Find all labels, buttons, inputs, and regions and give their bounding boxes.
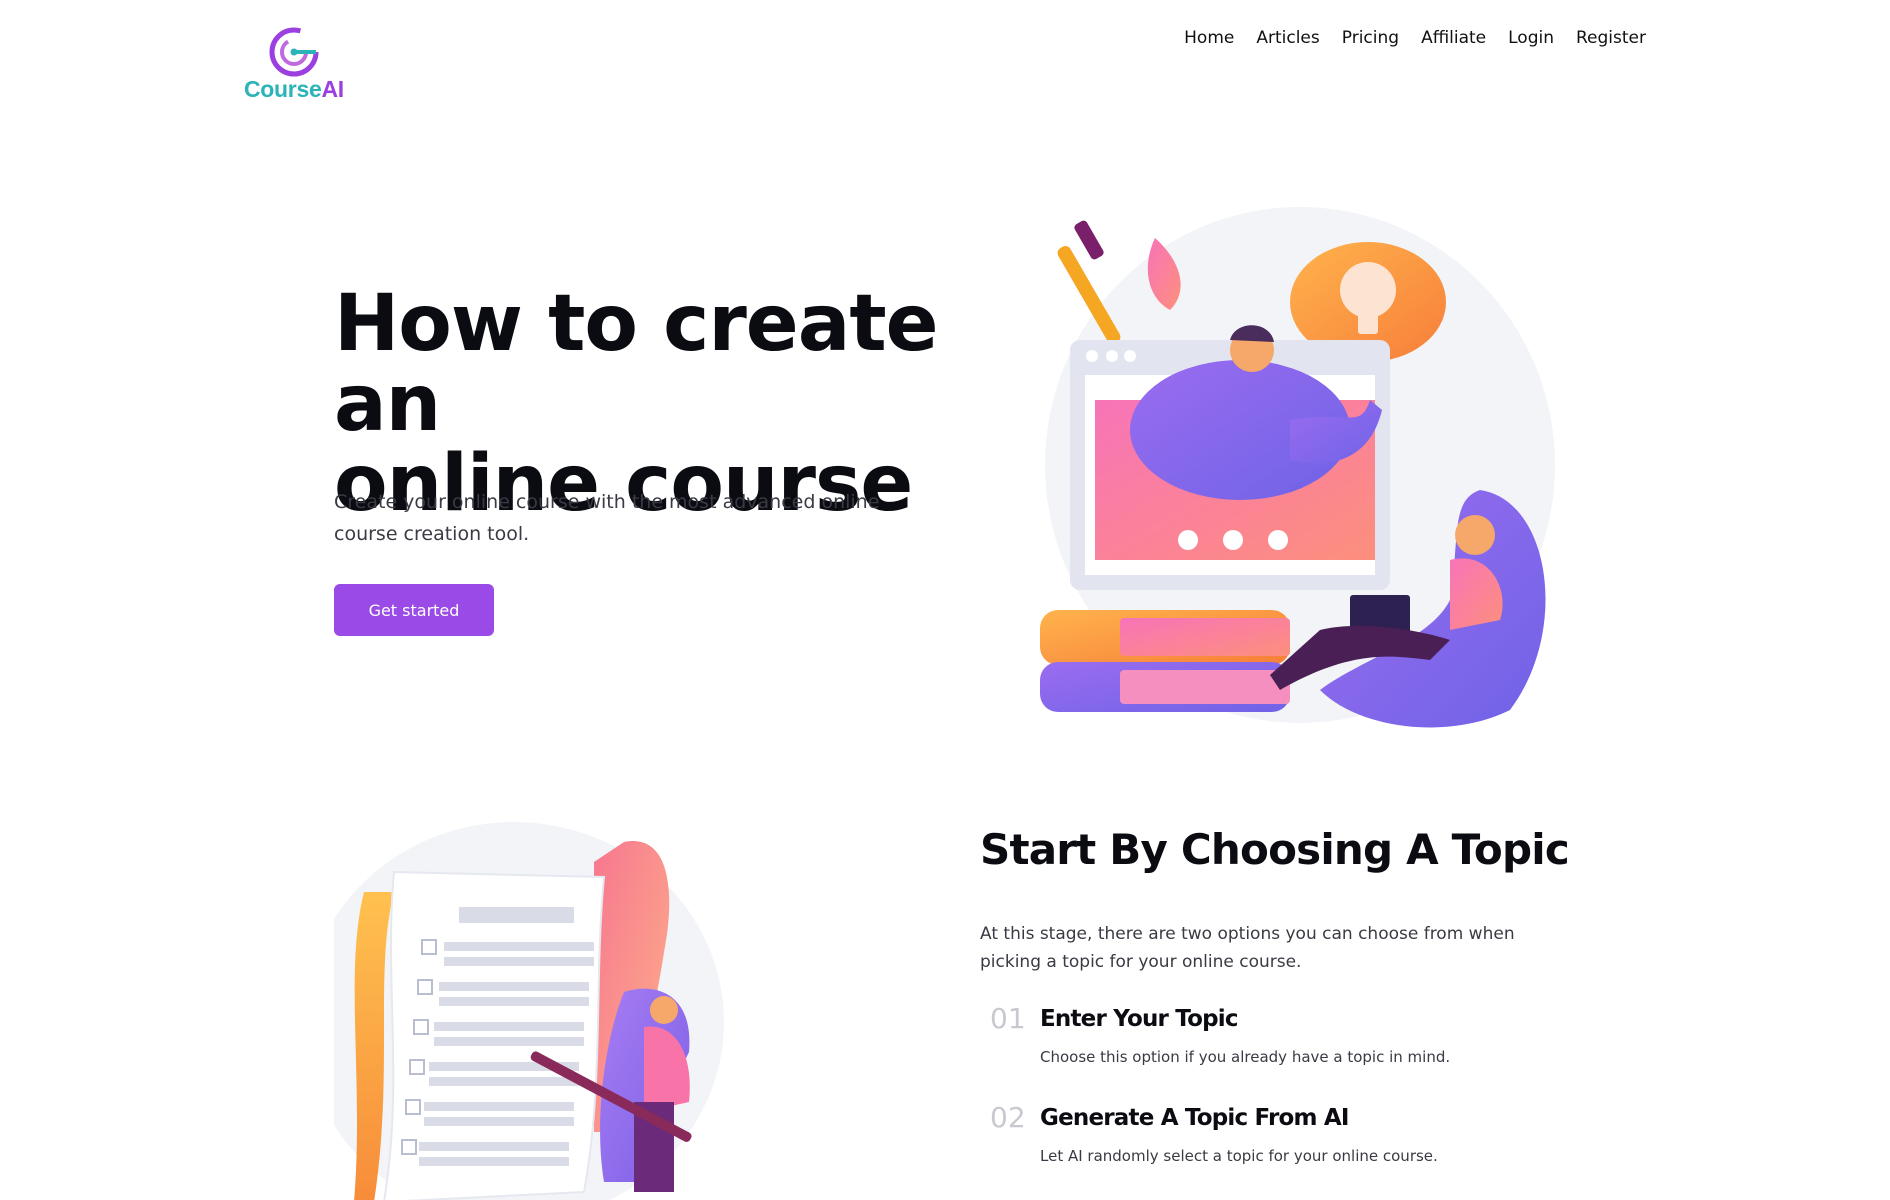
step-number: 02 xyxy=(990,1101,1026,1134)
section-description: At this stage, there are two options you… xyxy=(980,924,1515,972)
step-description: Let AI randomly select a topic for your … xyxy=(1040,1147,1438,1165)
hero-illustration xyxy=(1030,200,1560,730)
section-title: Start By Choosing A Topic xyxy=(980,825,1570,874)
step-number: 01 xyxy=(990,1002,1026,1035)
main-nav: Home Articles Pricing Affiliate Login Re… xyxy=(1184,28,1646,48)
get-started-button[interactable]: Get started xyxy=(334,584,494,636)
checklist-illustration xyxy=(304,822,754,1200)
nav-affiliate[interactable]: Affiliate xyxy=(1421,28,1486,48)
hero-subtitle: Create your online course with the most … xyxy=(334,491,880,545)
step-description: Choose this option if you already have a… xyxy=(1040,1048,1451,1066)
nav-articles[interactable]: Articles xyxy=(1256,28,1319,48)
brand-logo[interactable]: CourseAI xyxy=(244,24,354,104)
nav-home[interactable]: Home xyxy=(1184,28,1234,48)
nav-login[interactable]: Login xyxy=(1508,28,1554,48)
nav-pricing[interactable]: Pricing xyxy=(1342,28,1399,48)
step-title: Enter Your Topic xyxy=(1040,1006,1239,1032)
logo-mark-icon xyxy=(269,27,319,77)
step-title: Generate A Topic From AI xyxy=(1040,1105,1349,1131)
nav-register[interactable]: Register xyxy=(1576,28,1646,48)
brand-name: CourseAI xyxy=(244,76,344,102)
